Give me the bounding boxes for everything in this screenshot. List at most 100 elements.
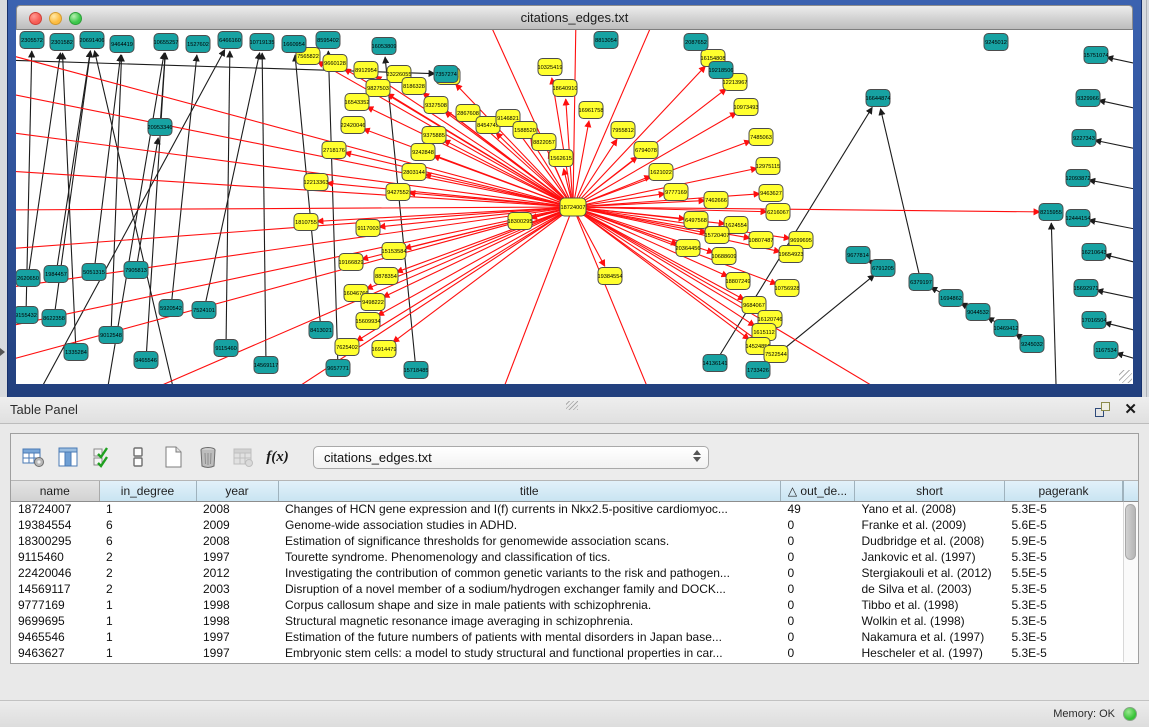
float-panel-icon[interactable] [1095, 402, 1110, 417]
black-edge[interactable] [1099, 100, 1133, 115]
splitter-grip[interactable] [566, 401, 578, 410]
red-edge[interactable] [379, 207, 573, 227]
network-node[interactable]: 8413021 [309, 322, 333, 339]
network-node[interactable]: 6497568 [684, 212, 708, 229]
black-edge[interactable] [1095, 140, 1133, 155]
red-edge[interactable] [16, 130, 573, 207]
black-edge[interactable] [385, 57, 416, 370]
network-node[interactable]: 9242848 [411, 144, 435, 161]
network-node[interactable]: 19166829 [339, 254, 364, 271]
column-header-title[interactable]: title [278, 481, 781, 501]
network-node[interactable]: 6791205 [871, 260, 895, 277]
black-edge[interactable] [1089, 220, 1133, 235]
network-node[interactable]: 2301582 [50, 34, 74, 51]
network-node[interactable]: 9464419 [110, 36, 134, 53]
column-header-short[interactable]: short [855, 481, 1005, 501]
network-node[interactable]: 2620650 [16, 270, 40, 287]
red-edge[interactable] [378, 207, 573, 316]
network-node[interactable]: 8622358 [42, 310, 66, 327]
network-canvas[interactable]: 1872400710325419186409101696175879558126… [16, 30, 1133, 384]
network-node[interactable]: 1167534 [1094, 342, 1118, 359]
black-edge[interactable] [1097, 290, 1133, 305]
network-node[interactable]: 8822057 [532, 134, 556, 151]
network-node[interactable]: 9827503 [366, 80, 390, 97]
network-node[interactable]: 10807487 [749, 232, 774, 249]
network-node[interactable]: 9245012 [984, 34, 1008, 51]
red-edge[interactable] [393, 207, 573, 342]
red-edge[interactable] [573, 30, 576, 207]
network-node[interactable]: 7485063 [749, 129, 773, 146]
network-node[interactable]: 15609934 [356, 313, 381, 330]
network-node[interactable]: 7357274 [434, 66, 458, 83]
black-edge[interactable] [1051, 223, 1056, 384]
network-node[interactable]: 12444154 [1066, 210, 1091, 227]
network-node[interactable]: 12975115 [756, 158, 780, 175]
network-node[interactable]: 1621022 [649, 164, 673, 181]
network-node[interactable]: 9465546 [134, 352, 158, 369]
table-row[interactable]: 977716911998Corpus callosum shape and si… [11, 597, 1123, 613]
network-node[interactable]: 9117003 [356, 220, 380, 237]
network-node[interactable]: 12213363 [304, 174, 329, 191]
table-row[interactable]: 911546021997Tourette syndrome. Phenomeno… [11, 549, 1123, 565]
network-node[interactable]: 16961758 [579, 102, 604, 119]
table-row[interactable]: 1830029562008Estimation of significance … [11, 533, 1123, 549]
black-edge[interactable] [1089, 180, 1133, 195]
table-row[interactable]: 1938455462009Genome-wide association stu… [11, 517, 1123, 533]
network-node[interactable]: 7462666 [704, 192, 728, 209]
network-node[interactable]: 9677814 [846, 247, 870, 264]
network-node[interactable]: 16543352 [345, 94, 370, 111]
network-node[interactable]: 9327508 [424, 97, 448, 114]
column-header-pagerank[interactable]: pagerank [1005, 481, 1123, 501]
network-node[interactable]: 10655257 [154, 34, 179, 51]
network-node[interactable]: 2718176 [322, 142, 346, 159]
network-node[interactable]: 9463627 [759, 185, 783, 202]
column-header-year[interactable]: year [196, 481, 278, 501]
network-node[interactable]: 14136141 [703, 355, 728, 372]
network-node[interactable]: 6216067 [766, 204, 790, 221]
network-node[interactable]: 20691406 [80, 32, 105, 49]
black-edge[interactable] [28, 53, 60, 278]
network-node[interactable]: 7522544 [764, 346, 788, 363]
network-node[interactable]: 18724007 [560, 198, 586, 216]
network-node[interactable]: 8595402 [316, 32, 340, 49]
table-row[interactable]: 1872400712008Changes of HCN gene express… [11, 501, 1123, 517]
create-column-icon[interactable] [159, 444, 186, 471]
table-scrollbar-thumb[interactable] [1125, 504, 1136, 560]
red-edge[interactable] [317, 207, 573, 221]
network-node[interactable]: 1562615 [549, 150, 573, 167]
column-header-out_de[interactable]: △ out_de... [781, 481, 855, 501]
network-node[interactable]: 20953346 [148, 119, 173, 136]
table-mode-icon[interactable] [124, 444, 151, 471]
network-node[interactable]: 22420046 [341, 117, 366, 134]
network-node[interactable]: 15720407 [705, 227, 730, 244]
network-node[interactable]: 8813054 [594, 32, 618, 49]
black-edge[interactable] [1107, 57, 1133, 70]
black-edge[interactable] [1105, 323, 1133, 338]
network-node[interactable]: 9427552 [386, 184, 410, 201]
black-edge[interactable] [56, 51, 90, 274]
network-node[interactable]: 1694862 [939, 290, 963, 307]
network-node[interactable]: 8186328 [402, 78, 426, 95]
network-node[interactable]: 10325419 [538, 59, 563, 76]
network-node[interactable]: 1733426 [746, 362, 770, 379]
network-node[interactable]: 10719135 [250, 34, 275, 51]
network-node[interactable]: 16210643 [1082, 244, 1107, 261]
network-node[interactable]: 9657771 [326, 360, 350, 377]
hidden-panel-arrow-icon[interactable] [0, 348, 5, 356]
red-edge[interactable] [16, 207, 573, 210]
table-settings-icon[interactable] [19, 444, 46, 471]
network-node[interactable]: 1527602 [186, 36, 210, 53]
function-builder-icon[interactable]: f(x) [264, 444, 291, 471]
table-selector[interactable]: citations_edges.txt [313, 446, 709, 469]
network-node[interactable]: 2087652 [684, 34, 708, 51]
network-svg[interactable]: 1872400710325419186409101696175879558126… [16, 30, 1133, 384]
network-window-titlebar[interactable]: citations_edges.txt [16, 5, 1133, 30]
network-node[interactable]: 9044532 [966, 304, 990, 321]
network-node[interactable]: 16914479 [372, 341, 397, 358]
table-scrollbar[interactable] [1123, 502, 1138, 662]
black-edge[interactable] [1105, 255, 1133, 270]
network-node[interactable]: 9012548 [99, 327, 123, 344]
network-node[interactable]: 8215955 [1039, 204, 1063, 221]
red-edge[interactable] [496, 207, 573, 384]
network-node[interactable]: 12093872 [1066, 170, 1091, 187]
